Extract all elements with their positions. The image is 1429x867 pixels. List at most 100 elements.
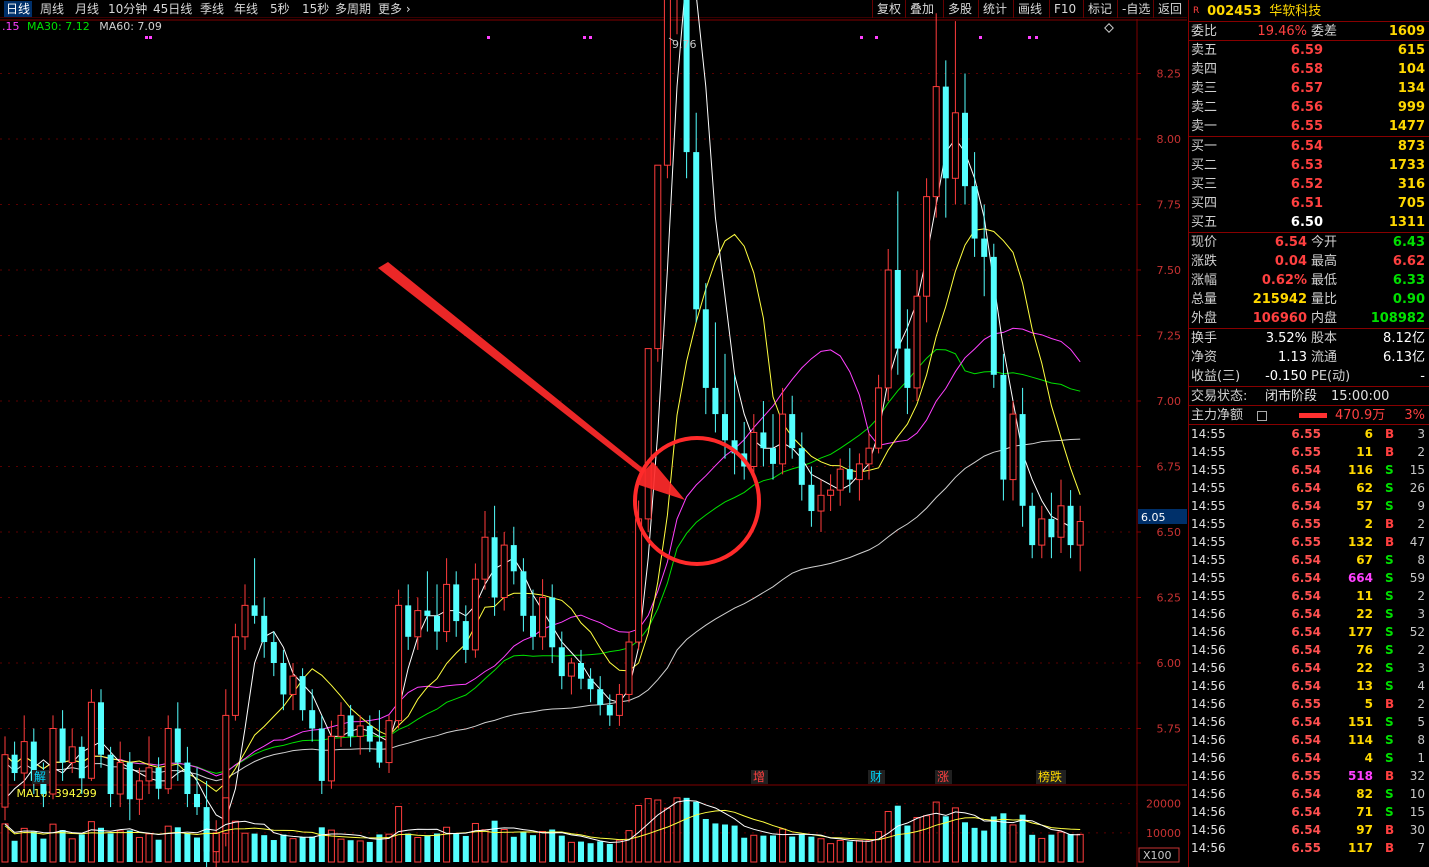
main-force-row[interactable]: 主力净额 470.9万 3% xyxy=(1189,406,1429,425)
trade-direction: S xyxy=(1385,733,1394,747)
volume-bar-down xyxy=(789,836,796,862)
ask-row[interactable]: 卖二 6.56 999 xyxy=(1189,98,1429,117)
trade-row[interactable]: 14:56 6.54 76 S 2 xyxy=(1189,641,1429,659)
current-price-tag: 6.05 xyxy=(1141,511,1166,524)
trade-volume: 11 xyxy=(1356,589,1373,603)
trade-count: 30 xyxy=(1409,823,1425,837)
main-force-bar xyxy=(1299,413,1327,418)
trade-count: 3 xyxy=(1417,607,1425,621)
volume-bar-up xyxy=(20,827,28,863)
trade-count: 10 xyxy=(1409,787,1425,801)
trade-volume: 82 xyxy=(1356,787,1373,801)
ask-row[interactable]: 卖四 6.58 104 xyxy=(1189,60,1429,79)
bid-row[interactable]: 买三 6.52 316 xyxy=(1189,175,1429,194)
fund-label-2: 流通 xyxy=(1311,350,1338,365)
trade-row[interactable]: 14:55 6.55 2 B 2 xyxy=(1189,515,1429,533)
volume-bar-down xyxy=(194,837,200,862)
volume-bar-up xyxy=(836,840,844,863)
candle-body-down xyxy=(424,610,431,616)
price-tick-label: 7.50 xyxy=(1157,264,1182,277)
trade-direction: S xyxy=(1385,481,1394,495)
trade-direction: S xyxy=(1385,499,1394,513)
candle-body-up xyxy=(750,431,758,468)
trade-price: 6.54 xyxy=(1291,643,1321,657)
fund-value-2: - xyxy=(1420,369,1425,384)
price-tick-label: 5.75 xyxy=(1157,723,1182,736)
book-price: 6.59 xyxy=(1290,43,1323,58)
bid-row[interactable]: 买四 6.51 705 xyxy=(1189,194,1429,213)
trade-row[interactable]: 14:56 6.55 5 B 2 xyxy=(1189,695,1429,713)
volume-bar-up xyxy=(539,830,547,863)
volume-bar-down xyxy=(683,797,690,862)
candle-body-down xyxy=(1048,518,1055,538)
trade-row[interactable]: 14:55 6.55 132 B 47 xyxy=(1189,533,1429,551)
kline-chart[interactable]: 5.75 6.00 6.25 6.50 6.75 7.00 7.25 7.50 7.75 8.00… xyxy=(0,0,1187,867)
trade-row[interactable]: 14:56 6.54 22 S 3 xyxy=(1189,659,1429,677)
trade-row[interactable]: 14:55 6.54 62 S 26 xyxy=(1189,479,1429,497)
candle-body-up xyxy=(414,610,422,638)
ask-row[interactable]: 卖三 6.57 134 xyxy=(1189,79,1429,98)
candle-body-up xyxy=(87,701,95,779)
volume-bar-up xyxy=(1076,833,1084,863)
trade-row[interactable]: 14:56 6.55 518 B 32 xyxy=(1189,767,1429,785)
volume-bar-down xyxy=(712,823,719,862)
trade-row[interactable]: 14:55 6.54 67 S 8 xyxy=(1189,551,1429,569)
volume-bar-down xyxy=(462,835,469,862)
trade-row[interactable]: 14:56 6.54 114 S 8 xyxy=(1189,731,1429,749)
tick-trade-list[interactable]: 14:55 6.55 6 B 3 14:55 6.55 11 B 2 14:55 6.54 116 S 15… xyxy=(1189,425,1429,857)
ask-row[interactable]: 卖一 6.55 1477 xyxy=(1189,117,1429,136)
trade-row[interactable]: 14:56 6.55 117 B 7 xyxy=(1189,839,1429,857)
status-time: 15:00:00 xyxy=(1331,389,1390,404)
trade-direction: B xyxy=(1385,823,1395,837)
bid-row[interactable]: 买一 6.54 873 xyxy=(1189,137,1429,156)
list-icon[interactable] xyxy=(1257,411,1267,421)
candle-body-down xyxy=(98,702,104,755)
bid-row[interactable]: 买二 6.53 1733 xyxy=(1189,156,1429,175)
book-qty: 615 xyxy=(1397,43,1425,58)
trade-row[interactable]: 14:55 6.55 11 B 2 xyxy=(1189,443,1429,461)
trade-row[interactable]: 14:56 6.54 177 S 52 xyxy=(1189,623,1429,641)
quote-value-2: 0.90 xyxy=(1392,292,1425,307)
quote-stats: 现价 6.54 今开 6.43 涨跌 0.04 最高 6.62 涨幅 0.62% 最低 6.33 总量 2… xyxy=(1189,233,1429,329)
volume-bar-down xyxy=(299,837,306,862)
bid-row[interactable]: 买五 6.50 1311 xyxy=(1189,213,1429,232)
trade-direction: S xyxy=(1385,661,1394,675)
book-qty: 1311 xyxy=(1388,215,1425,230)
candle-body-down xyxy=(894,270,901,349)
volume-bar-down xyxy=(318,827,325,862)
trade-price: 6.54 xyxy=(1291,589,1321,603)
trade-row[interactable]: 14:55 6.55 6 B 3 xyxy=(1189,425,1429,443)
volume-bar-up xyxy=(327,829,335,863)
trade-price: 6.54 xyxy=(1291,751,1321,765)
trade-time: 14:55 xyxy=(1191,481,1226,495)
volume-bar-up xyxy=(827,843,835,863)
trade-row[interactable]: 14:55 6.54 116 S 15 xyxy=(1189,461,1429,479)
fund-row: 收益(三) -0.150 PE(动) - xyxy=(1189,367,1429,386)
trade-row[interactable]: 14:56 6.54 13 S 4 xyxy=(1189,677,1429,695)
ask-row[interactable]: 卖五 6.59 615 xyxy=(1189,41,1429,60)
trade-row[interactable]: 14:56 6.54 4 S 1 xyxy=(1189,749,1429,767)
quote-label-2: 内盘 xyxy=(1311,311,1338,326)
trade-row[interactable]: 14:56 6.54 82 S 10 xyxy=(1189,785,1429,803)
candle-body-down xyxy=(846,469,853,480)
trade-row[interactable]: 14:55 6.54 11 S 2 xyxy=(1189,587,1429,605)
candle-body-up xyxy=(212,832,220,853)
trade-row[interactable]: 14:56 6.54 151 S 5 xyxy=(1189,713,1429,731)
trade-row[interactable]: 14:55 6.54 664 S 59 xyxy=(1189,569,1429,587)
volume-bar-down xyxy=(1029,834,1036,862)
fund-row: 换手 3.52% 股本 8.12亿 xyxy=(1189,329,1429,348)
volume-bar-down xyxy=(693,801,700,862)
trade-time: 14:55 xyxy=(1191,517,1226,531)
volume-bar-down xyxy=(347,840,354,862)
trade-row[interactable]: 14:55 6.54 57 S 9 xyxy=(1189,497,1429,515)
candle-body-up xyxy=(289,675,297,695)
volume-bar-down xyxy=(808,836,815,862)
trade-row[interactable]: 14:56 6.54 22 S 3 xyxy=(1189,605,1429,623)
trade-volume: 116 xyxy=(1347,463,1373,477)
book-qty: 873 xyxy=(1397,139,1425,154)
trade-row[interactable]: 14:56 6.54 97 B 30 xyxy=(1189,821,1429,839)
trade-volume: 11 xyxy=(1356,445,1373,459)
candle-body-up xyxy=(1057,505,1065,538)
trade-row[interactable]: 14:56 6.54 71 S 15 xyxy=(1189,803,1429,821)
candle-body-down xyxy=(722,414,728,441)
